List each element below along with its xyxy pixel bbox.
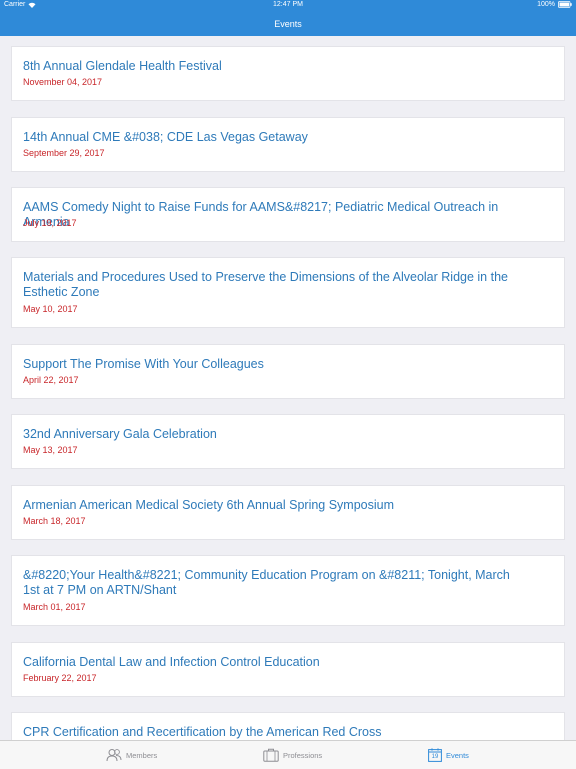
navigation-bar: Events <box>0 12 576 36</box>
event-card[interactable]: Materials and Procedures Used to Preserv… <box>12 258 564 327</box>
page-title: Events <box>274 19 302 29</box>
status-bar: Carrier 12:47 PM 100% <box>0 0 576 12</box>
tab-events[interactable]: 19 Events <box>428 741 469 769</box>
tab-professions[interactable]: Professions <box>263 741 322 769</box>
members-icon <box>106 748 122 762</box>
event-title: 14th Annual CME &#038; CDE Las Vegas Get… <box>23 130 308 144</box>
battery-indicator: 100% <box>537 1 572 8</box>
tab-bar: Members Professions 19 Events <box>0 740 576 769</box>
event-title: CPR Certification and Recertification by… <box>23 725 382 739</box>
tab-professions-label: Professions <box>283 750 323 760</box>
event-card[interactable]: California Dental Law and Infection Cont… <box>12 643 564 696</box>
event-title: &#8220;Your Health&#8221; Community Educ… <box>23 568 510 597</box>
event-title: Support The Promise With Your Colleagues <box>23 357 264 371</box>
calendar-icon: 19 <box>428 748 442 762</box>
event-date: November 04, 2017 <box>23 77 103 87</box>
event-card[interactable]: CPR Certification and Recertification by… <box>12 713 564 740</box>
calendar-day: 19 <box>431 754 439 760</box>
event-title: Armenian American Medical Society 6th An… <box>23 498 395 512</box>
tab-events-label: Events <box>446 750 469 760</box>
event-date: September 29, 2017 <box>23 148 105 158</box>
event-title: 32nd Anniversary Gala Celebration <box>23 427 217 441</box>
event-date: May 10, 2017 <box>23 304 78 314</box>
event-list[interactable]: 8th Annual Glendale Health Festival Nove… <box>0 36 576 740</box>
event-title: Materials and Procedures Used to Preserv… <box>23 270 508 299</box>
event-title: 8th Annual Glendale Health Festival <box>23 59 222 73</box>
tab-members-label: Members <box>126 750 158 760</box>
event-card[interactable]: Support The Promise With Your Colleagues… <box>12 345 564 398</box>
status-time: 12:47 PM <box>273 1 303 8</box>
event-date: March 18, 2017 <box>23 516 86 526</box>
event-card[interactable]: &#8220;Your Health&#8221; Community Educ… <box>12 556 564 625</box>
tab-members[interactable]: Members <box>106 741 157 769</box>
event-date: April 22, 2017 <box>23 375 79 385</box>
event-card[interactable]: 8th Annual Glendale Health Festival Nove… <box>12 47 564 100</box>
event-date: February 22, 2017 <box>23 673 97 683</box>
event-card[interactable]: 14th Annual CME &#038; CDE Las Vegas Get… <box>12 118 564 171</box>
event-date: May 13, 2017 <box>23 445 78 455</box>
battery-percent: 100% <box>537 1 555 8</box>
event-title: AAMS Comedy Night to Raise Funds for AAM… <box>23 200 499 229</box>
event-card[interactable]: AAMS Comedy Night to Raise Funds for AAM… <box>12 188 564 241</box>
event-card[interactable]: Armenian American Medical Society 6th An… <box>12 486 564 539</box>
event-title: California Dental Law and Infection Cont… <box>23 655 320 669</box>
event-card[interactable]: 32nd Anniversary Gala Celebration May 13… <box>12 415 564 468</box>
event-date: March 01, 2017 <box>23 602 86 612</box>
briefcase-icon <box>263 748 279 762</box>
battery-icon <box>558 1 572 8</box>
event-date: July 19, 2017 <box>23 218 77 228</box>
